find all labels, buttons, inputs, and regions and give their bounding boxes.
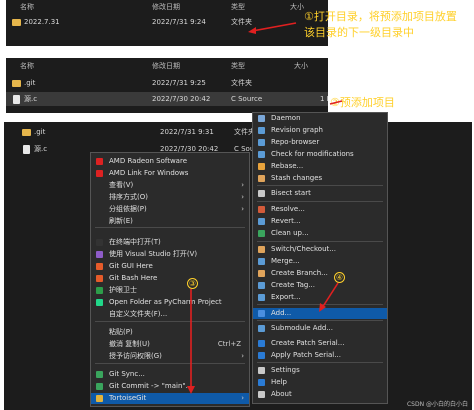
annotation-arrows — [187, 22, 343, 394]
watermark: CSDN @小白的白小白 — [406, 401, 468, 408]
arrow-step2 — [329, 100, 343, 105]
arrow-step1 — [251, 22, 297, 32]
arrow-step4 — [321, 282, 339, 309]
arrowhead-step3 — [187, 386, 195, 394]
arrowhead-step1 — [248, 27, 256, 34]
